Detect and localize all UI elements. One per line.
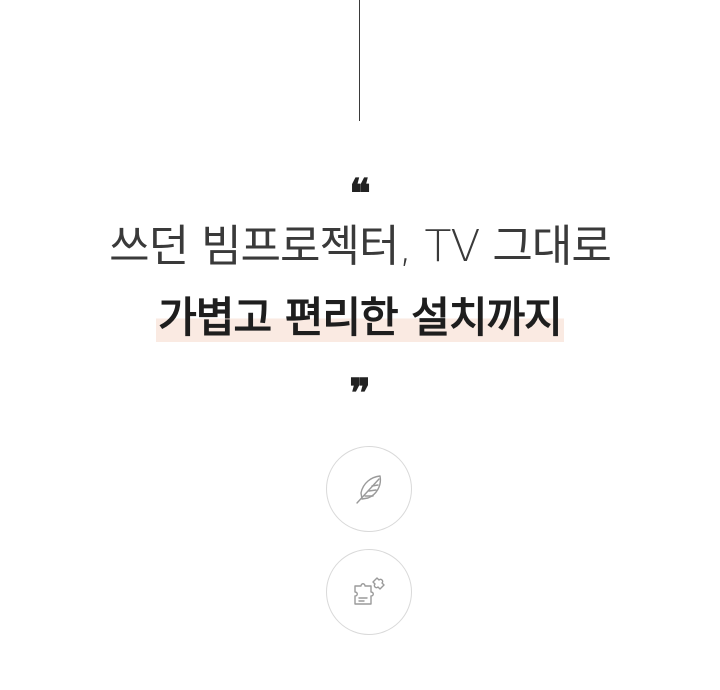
headline-line-1: 쓰던 빔프로젝터, TV 그대로 xyxy=(109,221,612,272)
headline-line-2: 가볍고 편리한 설치까지 xyxy=(0,290,720,346)
feature-easy-install-badge xyxy=(326,549,412,635)
feature-lightweight-badge xyxy=(326,446,412,532)
close-quote-mark: ❞ xyxy=(349,370,371,417)
feather-icon xyxy=(356,475,382,504)
vertical-divider-line xyxy=(359,0,360,121)
open-quote-mark: ❝ xyxy=(349,170,371,217)
puzzle-icon xyxy=(354,577,385,605)
headline-highlight-text: 가볍고 편리한 설치까지 xyxy=(156,293,564,342)
